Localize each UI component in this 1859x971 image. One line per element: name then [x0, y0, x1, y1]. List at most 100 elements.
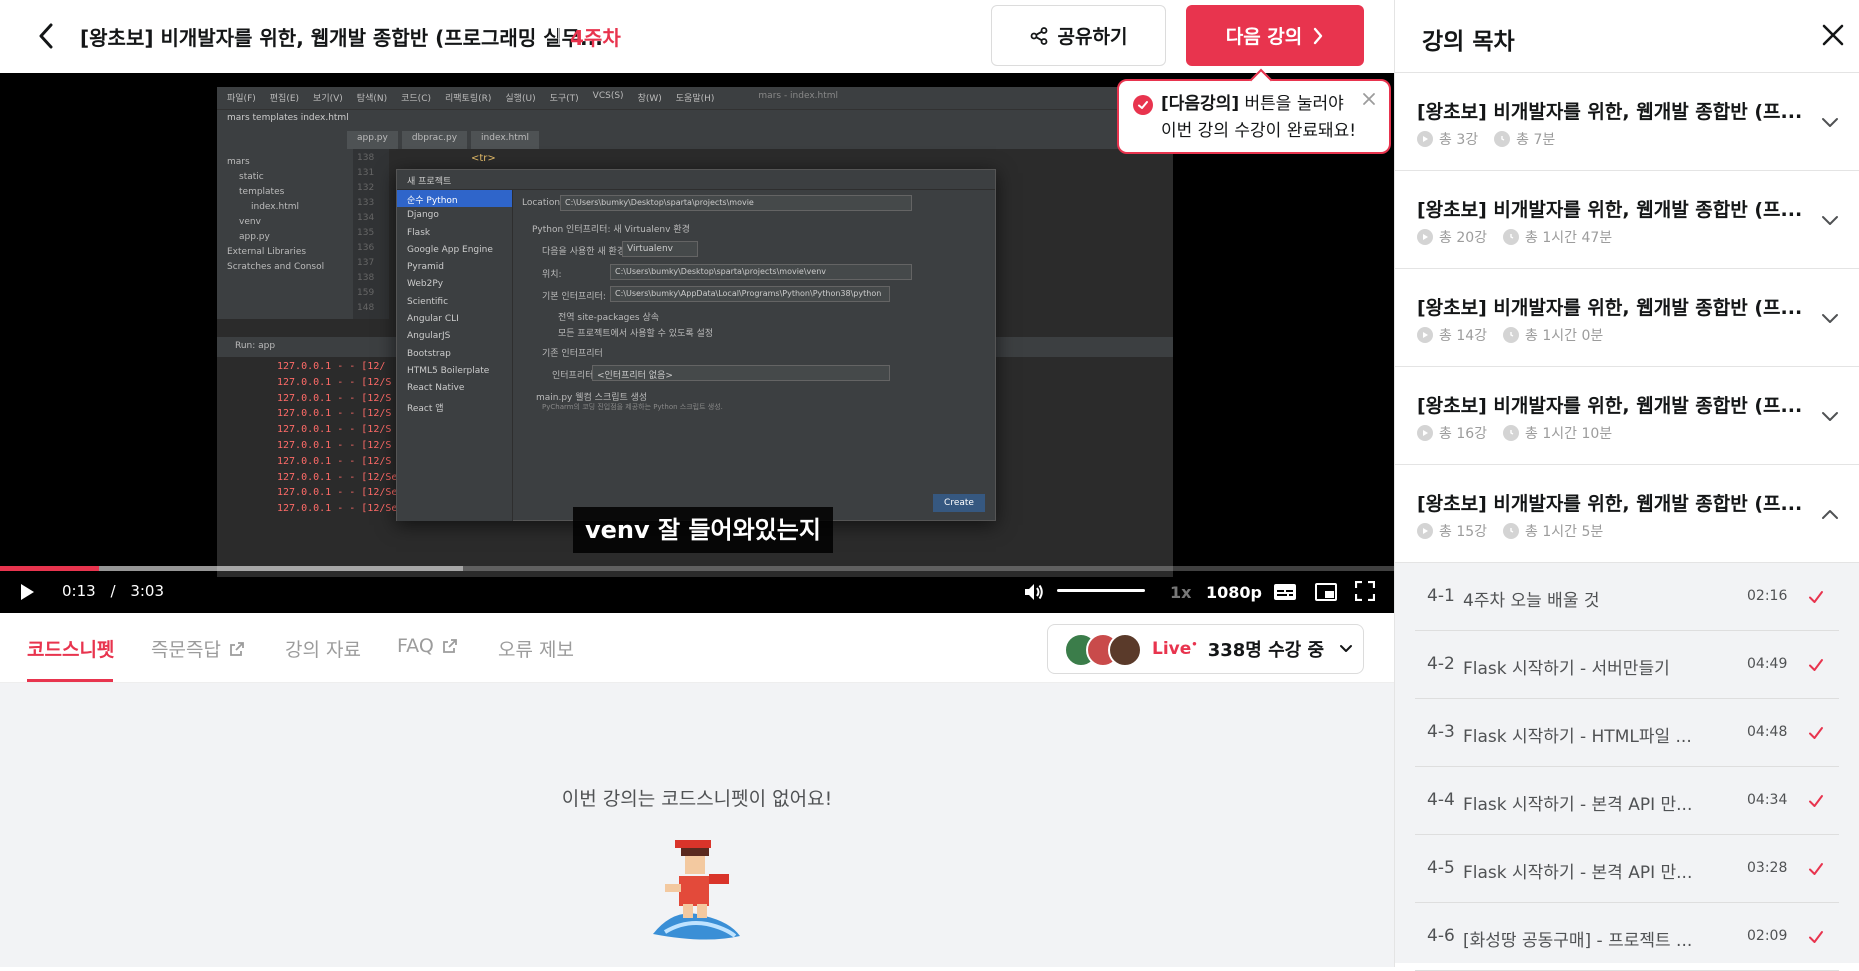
checkmark-icon: [1809, 931, 1823, 943]
ide-menubar: 파일(F) 편집(E) 보기(V) 탐색(N) 코드(C) 리팩토링(R) 실행(U) 도구(…: [217, 87, 1173, 109]
duration: 3:03: [130, 582, 164, 600]
line-number: 138: [357, 153, 375, 163]
lesson-title: Flask 시작하기 - 본격 API 만...: [1463, 863, 1693, 883]
existing-label: 기존 인터프리터: [542, 349, 603, 359]
fullscreen-icon[interactable]: [1355, 581, 1375, 601]
week-section-5[interactable]: [왕초보] 비개발자를 위한, 웹개발 종합반 (프... 총 15강 총 1시간 …: [1395, 465, 1859, 563]
ide-tree-item: venv: [239, 217, 261, 227]
project-type-item: 순수 Python: [397, 190, 512, 208]
close-icon[interactable]: [1820, 22, 1846, 48]
base-field: C:\Users\bumky\AppData\Local\Programs\Py…: [610, 286, 890, 302]
ide-tree-item: External Libraries: [227, 247, 307, 257]
player-controls: 0:13 / 3:03 1x 1080p: [0, 575, 1394, 611]
volume-icon[interactable]: [1023, 581, 1045, 603]
ide-file-tab: index.html: [471, 131, 540, 149]
base-label: 기본 인터프리터:: [542, 292, 606, 302]
project-type-item: Scientific: [407, 296, 449, 307]
chevron-right-icon: [1314, 27, 1323, 44]
week-section-1[interactable]: [왕초보] 비개발자를 위한, 웹개발 종합반 (프... 총 3강 총 7분: [1395, 73, 1859, 171]
week-title: [왕초보] 비개발자를 위한, 웹개발 종합반 (프...: [1417, 101, 1803, 123]
project-type-item: Web2Py: [407, 279, 444, 290]
lesson-item[interactable]: 4-4 Flask 시작하기 - 본격 API 만... 04:34: [1415, 767, 1839, 835]
back-button[interactable]: [30, 20, 62, 52]
ide-path: mars templates index.html: [217, 109, 1173, 127]
line-number: 135: [357, 228, 375, 238]
lesson-item[interactable]: 4-6 [화성땅 공동구매] - 프로젝트 ... 02:09: [1415, 903, 1839, 971]
ide-menu-item: 보기(V): [313, 94, 343, 104]
interp-label: 인터프리터:: [552, 371, 597, 381]
subtitles-icon[interactable]: [1273, 582, 1297, 602]
project-type-item: HTML5 Boilerplate: [407, 365, 490, 376]
ide-tabs: app.py dbprac.py index.html: [217, 127, 1173, 149]
close-icon[interactable]: [1361, 91, 1377, 107]
ide-menu-item: 리팩토링(R): [445, 94, 492, 104]
tooltip-line-2: 이번 강의 수강이 완료돼요!: [1161, 121, 1357, 141]
ide-menu-item: 도구(T): [549, 94, 579, 104]
lesson-item[interactable]: 4-1 4주차 오늘 배울 것 02:16: [1415, 563, 1839, 631]
location-field: C:\Users\bumky\Desktop\sparta\projects\m…: [560, 195, 912, 211]
tab-report-error[interactable]: 오류 제보: [498, 635, 574, 662]
lesson-number: 4-6: [1427, 926, 1455, 946]
week-meta: 총 16강 총 1시간 10분: [1417, 423, 1612, 443]
project-type-item: Google App Engine: [407, 244, 493, 255]
video-player[interactable]: 파일(F) 편집(E) 보기(V) 탐색(N) 코드(C) 리팩토링(R) 실행(U) 도구(…: [0, 73, 1394, 613]
ide-project-tree: mars static templates index.html venv app.py E…: [217, 149, 353, 319]
ide-file-tab: dbprac.py: [401, 131, 468, 149]
video-progress-bar[interactable]: [0, 566, 1394, 571]
quality-selector[interactable]: 1080p: [1206, 583, 1262, 602]
week-section-2[interactable]: [왕초보] 비개발자를 위한, 웹개발 종합반 (프... 총 20강 총 1시간 …: [1395, 171, 1859, 269]
tab-faq[interactable]: FAQ: [397, 635, 458, 657]
line-number: 137: [357, 258, 375, 268]
total-time: 총 7분: [1516, 132, 1556, 148]
lecture-tabs: 코드스니펫 즉문즉답 강의 자료 FAQ 오류 제보 Live• 338명 수강…: [0, 613, 1394, 683]
lesson-number: 4-5: [1427, 858, 1455, 878]
project-type-item: Flask: [407, 227, 431, 238]
lesson-count: 총 15강: [1439, 524, 1488, 540]
lesson-item[interactable]: 4-2 Flask 시작하기 - 서버만들기 04:49: [1415, 631, 1839, 699]
ide-window-title: mars - index.html: [758, 91, 839, 101]
clock-icon: [1503, 229, 1520, 245]
clock-icon: [1494, 131, 1511, 147]
lesson-item[interactable]: 4-5 Flask 시작하기 - 본격 API 만... 03:28: [1415, 835, 1839, 903]
live-viewers-dropdown[interactable]: Live• 338명 수강 중: [1047, 624, 1364, 674]
ide-file-tab: app.py: [347, 131, 398, 149]
ide-menu-item: 실행(U): [505, 94, 536, 104]
picture-in-picture-icon[interactable]: [1315, 582, 1337, 602]
next-label: 다음 강의: [1225, 26, 1303, 48]
top-bar: [왕초보] 비개발자를 위한, 웹개발 종합반 (프로그래밍 실무... 4주차…: [0, 0, 1394, 73]
lesson-item[interactable]: 4-3 Flask 시작하기 - HTML파일 ... 04:48: [1415, 699, 1839, 767]
ide-menu-item: 파일(F): [227, 94, 256, 104]
next-lecture-button[interactable]: 다음 강의: [1186, 5, 1364, 66]
location-label: Location:: [522, 198, 564, 208]
week-section-3[interactable]: [왕초보] 비개발자를 위한, 웹개발 종합반 (프... 총 14강 총 1시간 …: [1395, 269, 1859, 367]
play-circle-icon: [1417, 131, 1433, 147]
tab-code-snippet[interactable]: 코드스니펫: [27, 635, 114, 662]
time-display: 0:13 / 3:03: [62, 582, 164, 600]
lesson-count: 총 20강: [1439, 230, 1488, 246]
project-type-item: AngularJS: [407, 331, 451, 342]
chevron-left-icon: [39, 23, 53, 49]
playback-speed[interactable]: 1x: [1170, 583, 1191, 602]
tab-materials[interactable]: 강의 자료: [285, 635, 361, 662]
live-text: Live: [1152, 639, 1192, 659]
line-number: 134: [357, 213, 375, 223]
lesson-duration: 04:49: [1747, 656, 1788, 672]
ide-menu-item: 창(W): [637, 94, 662, 104]
tab-qna[interactable]: 즉문즉답: [151, 635, 245, 662]
play-icon[interactable]: [18, 583, 36, 601]
ide-menu-item: 편집(E): [269, 94, 300, 104]
share-button[interactable]: 공유하기: [991, 5, 1166, 66]
lesson-duration: 02:16: [1747, 588, 1788, 604]
lesson-title: Flask 시작하기 - 본격 API 만...: [1463, 795, 1693, 815]
line-number: 136: [357, 243, 375, 253]
live-label: Live•: [1152, 639, 1198, 659]
new-project-dialog: 새 프로젝트 순수 Python Django Flask Google App En…: [396, 169, 996, 521]
play-circle-icon: [1417, 523, 1433, 539]
checkmark-icon: [1809, 795, 1823, 807]
external-link-icon: [230, 641, 244, 656]
lesson-count: 총 14강: [1439, 328, 1488, 344]
interpreter-section: Python 인터프리터: 새 Virtualenv 환경: [532, 225, 690, 235]
week-section-4[interactable]: [왕초보] 비개발자를 위한, 웹개발 종합반 (프... 총 16강 총 1시간 …: [1395, 367, 1859, 465]
volume-slider[interactable]: [1057, 589, 1145, 592]
lesson-count: 총 16강: [1439, 426, 1488, 442]
